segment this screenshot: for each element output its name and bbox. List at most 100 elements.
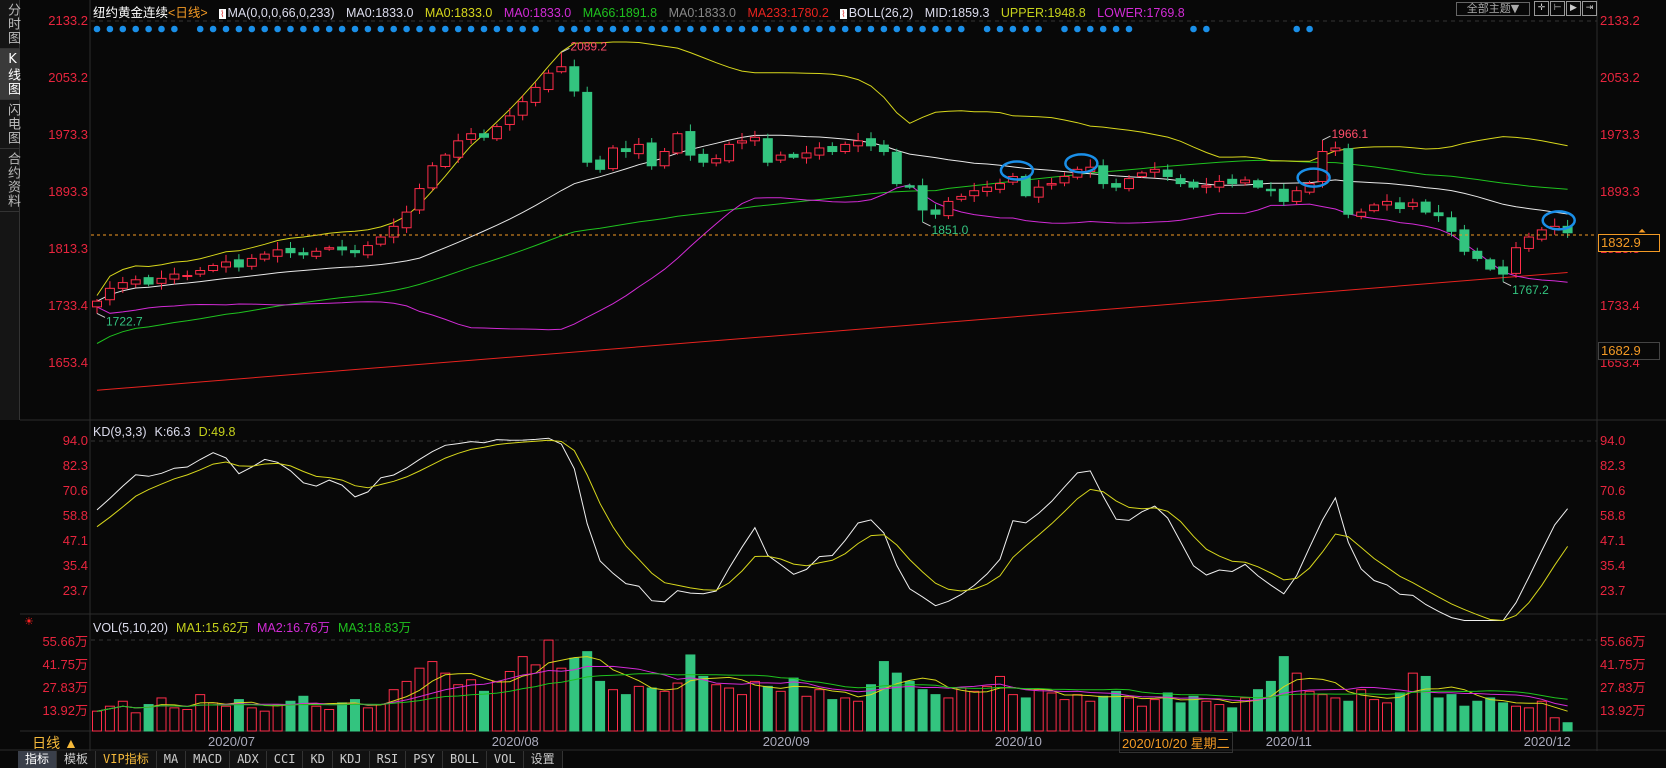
date-axis-label: 2020/12 [1523,734,1571,749]
candle-down [1485,259,1496,270]
toolbar-item-12[interactable]: VOL [487,751,524,768]
signal-dot [1293,25,1300,33]
candle-up [1059,175,1070,184]
candle-up [324,247,335,250]
boll-icon[interactable]: ⌇ [840,9,847,19]
volume-bar-down [285,700,296,732]
candle-up [311,250,322,257]
price-axis-label-right: 2133.2 [1600,13,1640,28]
theme-dropdown[interactable]: 全部主题▼ [1456,2,1530,16]
volume-bar-up [104,705,115,732]
kd-k-value: K:66.3 [154,425,191,439]
indicator-icon[interactable]: ⌇ [219,9,226,19]
instrument-title: 纽约黄金连续 [93,6,169,20]
volume-bar-up [711,684,722,732]
toolbar-item-2[interactable]: VIP指标 [96,751,157,768]
toolbar-item-4[interactable]: MACD [186,751,231,768]
candle-down [337,246,348,251]
candle-up [92,300,102,308]
candle-up [1033,186,1044,198]
candle-up [195,270,206,275]
volume-bar-up [1369,699,1380,732]
signal-dot [1087,25,1094,33]
volume-bar-up [1511,705,1521,732]
candle-down [1188,181,1199,188]
volume-bar-down [298,695,309,732]
candle-down [569,66,580,92]
price-axis-label-left: 1733.4 [48,297,88,313]
signal-dot [158,25,165,33]
vol-axis-label-left: 41.75万 [42,656,88,672]
settings-sun-icon[interactable]: ☀ [24,615,34,628]
candle-up [1214,180,1225,188]
signal-dot [803,25,810,33]
volume-bar-down [1098,695,1109,732]
scroll-up-icon[interactable]: ⏶ [1638,226,1646,237]
volume-bar-up [259,710,270,732]
play-icon[interactable]: ▶ [1566,1,1581,16]
candle-up [1523,236,1534,249]
signal-dot [493,25,501,33]
candle-up [1330,147,1341,152]
volume-bar-down [1472,700,1483,732]
toolbar-item-13[interactable]: 设置 [524,751,563,768]
toolbar-item-6[interactable]: CCI [267,751,304,768]
vol-axis-label-left: 55.66万 [42,633,88,649]
volume-bar-down [891,672,902,732]
kd-d-line [96,439,1569,622]
price-axis-label-right: 1973.3 [1600,126,1640,142]
toolbar-item-5[interactable]: ADX [230,751,267,768]
candle-up [362,245,373,256]
toolbar-item-0[interactable]: 指标 [18,751,58,768]
vol-legend: VOL(5,10,20) MA1:15.62万 MA2:16.76万 MA3:18.8… [93,617,419,636]
signal-dot [687,25,694,33]
date-axis-label: 2020/08 [491,734,539,749]
candle-up [659,151,670,167]
candle-up [982,186,993,192]
signal-dot [261,25,269,33]
vol-axis-label-right: 27.83万 [1600,679,1646,695]
candle-down [1446,217,1457,232]
date-axis-label: 2020/11 [1265,734,1312,749]
move-right-icon[interactable]: ⇥ [1582,1,1597,16]
chart-canvas[interactable]: 2089.2 1966.1 1851.0 1767.2 1722.7 [0,0,1666,768]
volume-bar-down [1446,694,1457,732]
volume-bar-up [1007,694,1018,732]
volume-bar-up [272,704,283,732]
candle-up [1149,168,1160,173]
toolbar-item-11[interactable]: BOLL [443,751,487,768]
period-selector[interactable]: 日线 ▲ [22,733,88,753]
crosshair-icon[interactable]: ✛ [1534,1,1549,16]
toolbar-item-10[interactable]: PSY [406,751,443,768]
zoom-in-icon[interactable]: ⊢ [1550,1,1565,16]
candle-up [711,158,722,164]
volume-bar-up [840,697,851,732]
volume-bar-down [1020,697,1031,732]
candle-up [169,273,180,280]
signal-dot [790,25,797,33]
toolbar-item-9[interactable]: RSI [370,751,407,768]
cursor-price-label: 1682.9 [1598,342,1660,360]
volume-bar-up [1240,697,1251,732]
annotation-pointer [1502,281,1512,287]
candle-up [672,133,683,154]
signal-dot [854,25,862,33]
signal-dot [171,25,178,33]
toolbar-item-7[interactable]: KD [303,751,333,768]
volume-bar-up [1033,689,1044,732]
price-annotation-low: 1722.7 [106,314,143,328]
volume-bar-up [466,679,477,732]
volume-bar-down [1459,705,1470,732]
volume-bar-up [440,672,451,732]
signal-dot [196,25,204,33]
candle-down [620,148,631,153]
signal-dot [467,25,475,33]
toolbar-item-8[interactable]: KDJ [333,751,370,768]
toolbar-item-3[interactable]: MA [157,751,187,768]
volume-bar-down [685,654,696,732]
candle-down [582,91,593,163]
volume-bar-down [878,661,889,732]
toolbar-item-1[interactable]: 模板 [57,751,97,768]
kd-legend: KD(9,3,3) K:66.3 D:49.8 [93,425,243,439]
signal-dot [1009,25,1017,33]
